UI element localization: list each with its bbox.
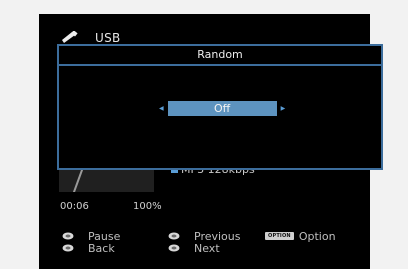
hint-pause[interactable]: Pause xyxy=(62,230,120,243)
arrow-right-icon[interactable]: ▶ xyxy=(281,105,286,112)
dialog-title: Random xyxy=(59,46,381,66)
hint-previous[interactable]: Previous xyxy=(168,230,241,243)
hint-option[interactable]: OPTION Option xyxy=(265,229,336,243)
up-button-icon xyxy=(168,232,180,240)
hint-back-label: Back xyxy=(88,241,115,255)
progress-percent: 100% xyxy=(133,201,162,212)
arrow-left-icon[interactable]: ◀ xyxy=(159,105,164,112)
hint-option-label: Option xyxy=(298,229,336,243)
usb-icon xyxy=(62,31,78,43)
down-button-icon xyxy=(168,244,180,252)
random-value[interactable]: Off xyxy=(167,101,277,116)
elapsed-time: 00:06 xyxy=(60,201,89,212)
source-label: USB xyxy=(95,31,121,45)
album-art-detail xyxy=(72,168,84,192)
hint-next[interactable]: Next xyxy=(168,241,220,255)
random-selector[interactable]: ◀ Off ▶ xyxy=(159,101,285,116)
option-button-icon: OPTION xyxy=(265,232,294,240)
enter-button-icon xyxy=(62,232,74,240)
hint-next-label: Next xyxy=(194,241,220,255)
hint-back[interactable]: Back xyxy=(62,241,115,255)
random-dialog: Random ◀ Off ▶ xyxy=(57,44,383,170)
back-button-icon xyxy=(62,244,74,252)
